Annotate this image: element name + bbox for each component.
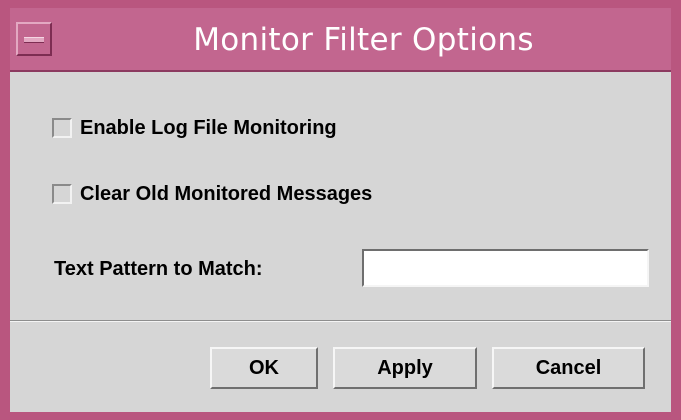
apply-button[interactable]: Apply	[333, 347, 477, 389]
enable-log-monitoring-option[interactable]: Enable Log File Monitoring	[52, 114, 337, 142]
ok-button[interactable]: OK	[210, 347, 318, 389]
monitor-filter-options-dialog: Monitor Filter Options Enable Log File M…	[0, 0, 681, 420]
window-menu-button[interactable]	[16, 22, 52, 56]
title-bar[interactable]: Monitor Filter Options	[10, 8, 671, 72]
window-menu-icon	[24, 37, 44, 43]
enable-log-monitoring-checkbox[interactable]	[52, 118, 72, 138]
cancel-button[interactable]: Cancel	[492, 347, 645, 389]
enable-log-monitoring-label: Enable Log File Monitoring	[80, 116, 337, 139]
clear-old-messages-checkbox[interactable]	[52, 184, 72, 204]
text-pattern-input[interactable]	[362, 249, 649, 287]
clear-old-messages-label: Clear Old Monitored Messages	[80, 182, 373, 205]
text-pattern-row: Text Pattern to Match:	[54, 249, 263, 289]
dialog-content: Enable Log File Monitoring Clear Old Mon…	[10, 72, 671, 412]
separator	[10, 320, 671, 322]
window-title: Monitor Filter Options	[193, 22, 534, 58]
clear-old-messages-option[interactable]: Clear Old Monitored Messages	[52, 180, 372, 208]
text-pattern-label: Text Pattern to Match:	[54, 257, 263, 280]
